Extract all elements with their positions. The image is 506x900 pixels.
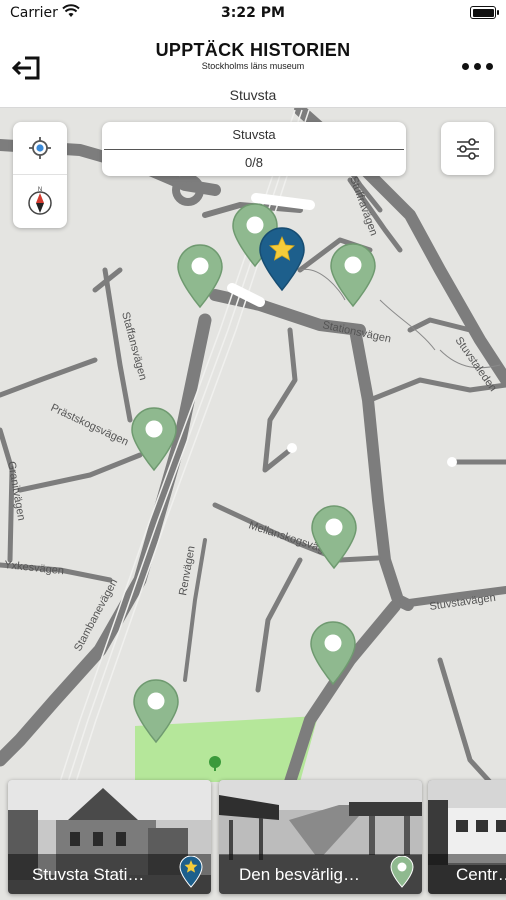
- location-pin[interactable]: [310, 504, 358, 570]
- locate-me-button[interactable]: [13, 122, 67, 175]
- more-dots-icon[interactable]: [460, 58, 494, 74]
- filter-button[interactable]: [441, 122, 494, 175]
- street-label: Prästskogsvägen: [49, 402, 131, 449]
- svg-text:N: N: [38, 187, 42, 193]
- story-card[interactable]: Stuvsta Stati…: [8, 780, 211, 894]
- star-pin-icon: [179, 856, 203, 888]
- compass-button[interactable]: N: [13, 175, 67, 228]
- location-pin[interactable]: [329, 242, 377, 308]
- card-title: Centr…: [456, 865, 506, 884]
- battery-icon: [470, 6, 499, 19]
- app-screen: Carrier 3:22 PM UPPTÄCK HISTORIEN Stockh…: [0, 0, 506, 900]
- road-west: [102, 267, 133, 423]
- search-place: Stuvsta: [232, 127, 276, 142]
- location-pin-star[interactable]: [258, 226, 306, 292]
- road-prastskog: [17, 452, 143, 493]
- app-subtitle: Stockholms läns museum: [201, 61, 305, 71]
- location-pin[interactable]: [309, 620, 357, 686]
- app-header: UPPTÄCK HISTORIEN Stockholms läns museum…: [0, 28, 506, 108]
- road-south-edge: [437, 657, 493, 785]
- road-stationsvagen-south: [349, 324, 414, 611]
- visited-progress: 0/8: [244, 155, 264, 170]
- street-label: Renvägen: [177, 545, 198, 596]
- compass-icon: N: [28, 187, 52, 215]
- location-pin[interactable]: [176, 243, 224, 309]
- street-label: Yxkesvägen: [4, 559, 65, 577]
- card-title: Stuvsta Stati…: [32, 865, 145, 884]
- search-divider: [104, 149, 404, 150]
- road-granit: [0, 427, 15, 563]
- road-inner-2: [255, 557, 303, 693]
- sliders-icon: [456, 137, 479, 160]
- clock-time: 3:22 PM: [221, 5, 285, 21]
- story-card[interactable]: Den besvärlig…: [219, 780, 422, 894]
- card-title: Den besvärlig…: [239, 865, 360, 884]
- tree-icon: [209, 756, 221, 771]
- green-pin-icon: [390, 856, 414, 888]
- location-target-icon: [29, 137, 51, 159]
- area-search-panel[interactable]: Stuvsta 0/8: [102, 122, 406, 176]
- location-pin[interactable]: [132, 678, 180, 744]
- location-pin[interactable]: [130, 406, 178, 472]
- road-east-3: [407, 317, 473, 333]
- road-west-2: [0, 357, 98, 398]
- map-control-panel: N: [13, 122, 67, 228]
- app-title: UPPTÄCK HISTORIEN: [155, 40, 351, 60]
- story-card-carousel[interactable]: Stuvsta Stati… Den besvärlig… Centr: [0, 776, 506, 900]
- area-name: Stuvsta: [229, 87, 277, 103]
- status-bar: Carrier 3:22 PM: [0, 0, 506, 28]
- story-card[interactable]: Centr…: [428, 780, 506, 894]
